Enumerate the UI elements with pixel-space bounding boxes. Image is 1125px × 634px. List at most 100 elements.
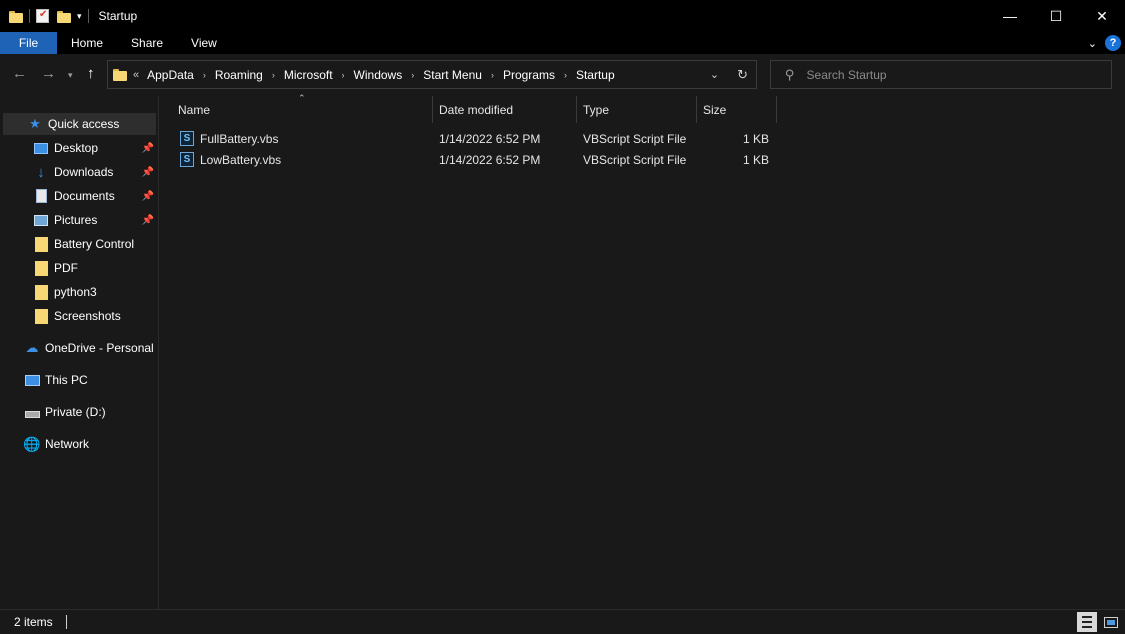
nav-folder-python3[interactable]: python3 [0,281,158,303]
nav-label: Private (D:) [45,405,106,419]
documents-icon [33,189,49,203]
nav-label: Quick access [48,117,120,131]
breadcrumb-separator-icon[interactable]: › [564,70,567,80]
breadcrumb-roaming[interactable]: Roaming [215,68,263,82]
customize-toolbar-dropdown-icon[interactable]: ▾ [77,11,82,22]
breadcrumb-separator-icon[interactable]: › [411,70,414,80]
close-button[interactable]: ✕ [1079,0,1125,32]
expand-ribbon-chevron-icon[interactable]: ⌄ [1088,37,1097,50]
nav-label: Documents [54,189,115,203]
properties-icon[interactable] [36,9,49,23]
nav-pictures[interactable]: Pictures 📌 [0,209,158,231]
breadcrumb-microsoft[interactable]: Microsoft [284,68,333,82]
folder-icon [33,260,49,276]
tab-file[interactable]: File [0,32,57,54]
breadcrumb-separator-icon[interactable]: › [342,70,345,80]
nav-label: OneDrive - Personal [45,341,154,355]
window-title: Startup [98,9,138,23]
file-type: VBScript Script File [583,131,687,146]
file-name: FullBattery.vbs [200,131,279,146]
file-type: VBScript Script File [583,152,687,167]
nav-downloads[interactable]: ↓ Downloads 📌 [0,161,158,183]
column-header-size[interactable]: Size [697,96,777,123]
large-icons-view-button[interactable] [1101,612,1121,632]
nav-label: Battery Control [54,237,135,251]
nav-folder-pdf[interactable]: PDF [0,257,158,279]
minimize-button[interactable]: — [987,0,1033,32]
breadcrumb-separator-icon[interactable]: › [272,70,275,80]
nav-quick-access[interactable]: ★ Quick access [3,113,156,135]
breadcrumb-separator-icon[interactable]: › [203,70,206,80]
toolbar-divider [29,9,30,23]
address-field[interactable]: « AppData › Roaming › Microsoft › Window… [107,60,757,89]
folder-icon [33,284,49,300]
search-input[interactable] [806,67,1087,82]
nav-network[interactable]: 🌐 Network [0,433,158,455]
cloud-icon: ☁ [25,340,39,355]
tab-share[interactable]: Share [117,32,177,54]
back-arrow-icon[interactable]: ← [12,65,27,82]
refresh-icon[interactable]: ↻ [737,67,748,83]
breadcrumb: AppData › Roaming › Microsoft › Windows … [147,68,615,82]
nav-folder-battery-control[interactable]: Battery Control [0,233,158,255]
breadcrumb-separator-icon[interactable]: › [491,70,494,80]
ribbon-controls: ⌄ ? [1088,32,1121,54]
nav-onedrive[interactable]: ☁ OneDrive - Personal [0,337,158,359]
drive-icon [24,406,40,418]
pin-icon[interactable]: 📌 [142,167,154,178]
nav-documents[interactable]: Documents 📌 [0,185,158,207]
title-bar: ▾ Startup — ☐ ✕ [0,0,1125,32]
hidden-crumbs-icon[interactable]: « [133,69,139,81]
pictures-icon [33,214,49,226]
breadcrumb-programs[interactable]: Programs [503,68,555,82]
nav-label: Screenshots [54,309,121,323]
column-header-name[interactable]: Name [172,96,433,123]
file-name-cell: S LowBattery.vbs [180,149,281,170]
desktop-icon [33,142,49,154]
breadcrumb-startup[interactable]: Startup [576,68,615,82]
file-size: 1 KB [742,131,769,146]
breadcrumb-start-menu[interactable]: Start Menu [423,68,482,82]
breadcrumb-windows[interactable]: Windows [354,68,403,82]
file-size: 1 KB [742,152,769,167]
location-folder-icon [113,68,127,81]
help-icon[interactable]: ? [1105,35,1121,51]
folder-icon [9,10,23,23]
search-box[interactable]: ⚲ [770,60,1112,89]
recent-locations-chevron-icon[interactable]: ▾ [68,70,73,81]
nav-label: python3 [54,285,97,299]
window-controls: — ☐ ✕ [987,0,1125,32]
nav-drive-d[interactable]: Private (D:) [0,401,158,423]
details-view-icon [1082,616,1092,628]
nav-label: Desktop [54,141,99,155]
nav-label: PDF [54,261,78,275]
nav-desktop[interactable]: Desktop 📌 [0,137,158,159]
computer-icon [24,374,40,386]
breadcrumb-appdata[interactable]: AppData [147,68,194,82]
file-name: LowBattery.vbs [200,152,282,167]
tab-view[interactable]: View [177,32,231,54]
column-header-type[interactable]: Type [577,96,697,123]
new-folder-icon[interactable] [57,10,71,23]
up-arrow-icon[interactable]: ↑ [87,65,95,82]
large-icons-view-icon [1104,616,1118,628]
file-row[interactable]: S LowBattery.vbs 1/14/2022 6:52 PM VBScr… [172,149,772,170]
maximize-button[interactable]: ☐ [1033,0,1079,32]
pin-icon[interactable]: 📌 [142,143,154,154]
nav-folder-screenshots[interactable]: Screenshots [0,305,158,327]
address-history-chevron-icon[interactable]: ⌄ [710,68,719,81]
folder-icon [33,308,49,324]
quick-access-toolbar: ▾ [0,0,95,32]
nav-this-pc[interactable]: This PC [0,369,158,391]
item-count: 2 items [14,615,53,629]
status-divider [65,615,67,629]
pin-icon[interactable]: 📌 [142,191,154,202]
column-header-date-modified[interactable]: Date modified [433,96,577,123]
status-bar: 2 items [0,609,1125,634]
file-row[interactable]: S FullBattery.vbs 1/14/2022 6:52 PM VBSc… [172,128,772,149]
nav-label: This PC [45,373,88,387]
forward-arrow-icon[interactable]: → [41,65,56,82]
details-view-button[interactable] [1077,612,1097,632]
tab-home[interactable]: Home [57,32,117,54]
pin-icon[interactable]: 📌 [142,215,154,226]
